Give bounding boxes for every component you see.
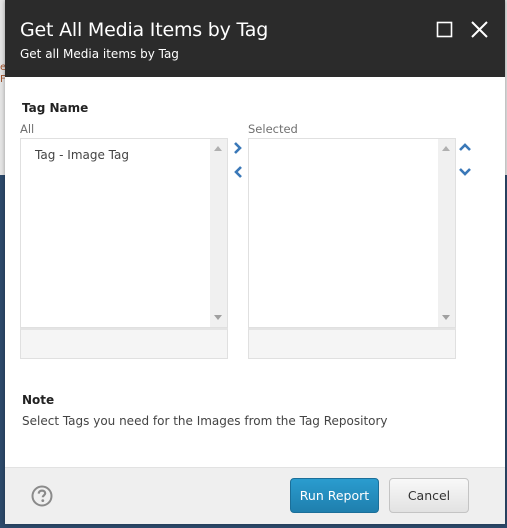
move-down-button[interactable]: [457, 164, 473, 180]
dialog-subtitle: Get all Media items by Tag: [20, 47, 179, 61]
chevron-up-icon: [459, 143, 471, 151]
selected-list-label: Selected: [248, 122, 298, 136]
move-left-button[interactable]: [230, 164, 246, 180]
scroll-up-icon[interactable]: [214, 146, 222, 151]
chevron-left-icon: [234, 166, 242, 178]
note-text: Select Tags you need for the Images from…: [22, 414, 388, 428]
help-button[interactable]: [31, 485, 53, 507]
scroll-down-icon[interactable]: [442, 315, 450, 320]
question-circle-icon: [31, 485, 53, 507]
selected-tags-listbox[interactable]: [248, 138, 456, 328]
move-right-button[interactable]: [230, 140, 246, 156]
chevron-right-icon: [234, 142, 242, 154]
report-dialog: Get All Media Items by Tag Get all Media…: [5, 0, 505, 524]
dialog-footer: Run Report Cancel: [5, 467, 505, 524]
maximize-button[interactable]: [435, 20, 455, 40]
all-list-label: All: [20, 122, 35, 136]
tag-name-label: Tag Name: [22, 101, 89, 115]
list-item[interactable]: Tag - Image Tag: [21, 139, 210, 162]
cancel-button[interactable]: Cancel: [389, 478, 469, 513]
chevron-down-icon: [459, 168, 471, 176]
note-title: Note: [22, 393, 55, 407]
maximize-icon: [436, 21, 453, 38]
all-tags-listbox[interactable]: Tag - Image Tag: [20, 138, 228, 328]
all-list-filter-input[interactable]: [20, 328, 228, 359]
all-tags-items: Tag - Image Tag: [21, 139, 210, 327]
dialog-title: Get All Media Items by Tag: [20, 19, 269, 41]
selected-list-filter-input[interactable]: [248, 328, 456, 359]
selected-tags-items: [249, 139, 438, 327]
close-button[interactable]: [470, 20, 490, 40]
scroll-up-icon[interactable]: [442, 146, 450, 151]
all-list-scrollbar[interactable]: [210, 139, 227, 327]
selected-list-scrollbar[interactable]: [438, 139, 455, 327]
scroll-down-icon[interactable]: [214, 315, 222, 320]
move-up-button[interactable]: [457, 140, 473, 156]
close-icon: [471, 21, 488, 38]
dialog-header: Get All Media Items by Tag Get all Media…: [5, 0, 505, 77]
run-report-button[interactable]: Run Report: [290, 478, 379, 513]
